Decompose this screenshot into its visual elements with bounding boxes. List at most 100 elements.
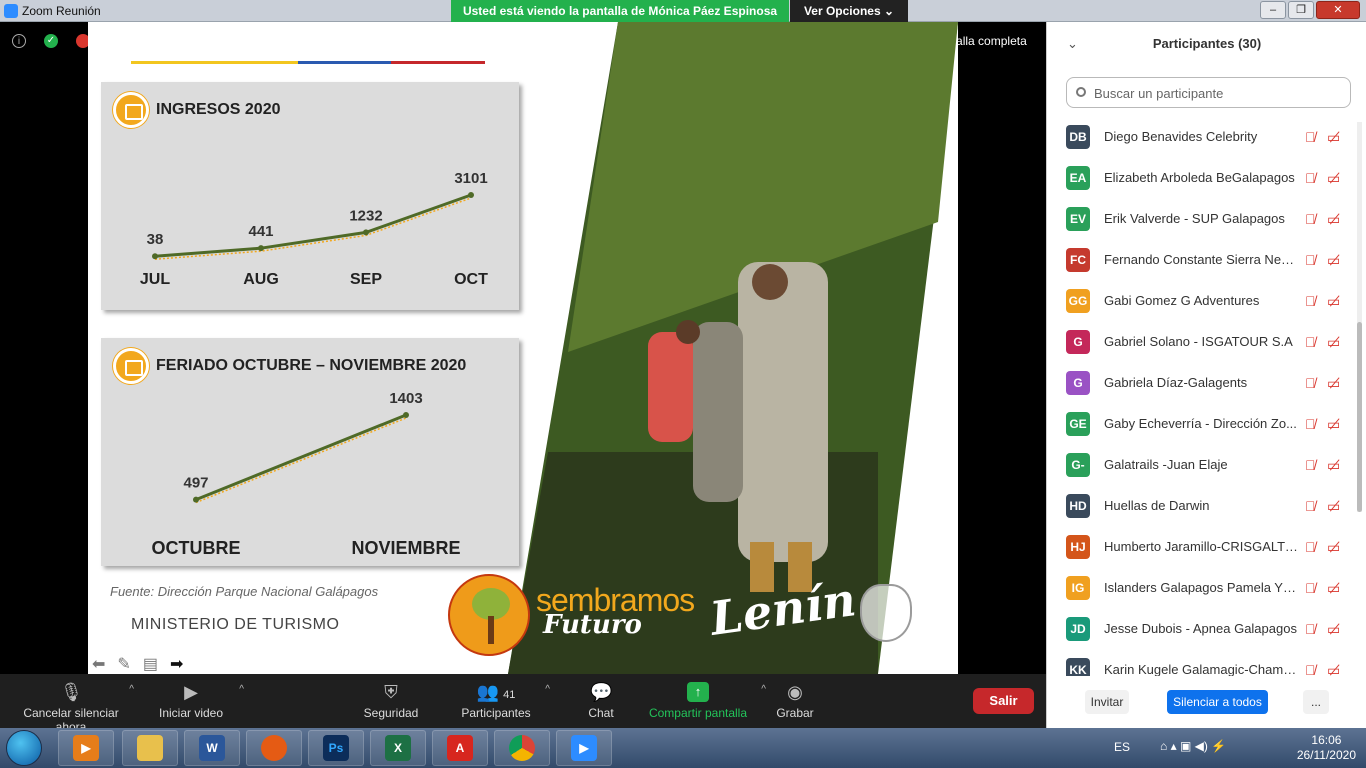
language-indicator[interactable]: ES	[1114, 740, 1130, 754]
participant-row[interactable]: JD Jesse Dubois - Apnea Galapagos 🎙̸ ▭̸	[1047, 608, 1355, 649]
chrome-app[interactable]	[494, 730, 550, 766]
info-icon[interactable]: i	[12, 34, 26, 48]
participant-row[interactable]: FC Fernando Constante Sierra Neg... 🎙̸ ▭̸	[1047, 239, 1355, 280]
muted-microphone-icon[interactable]: 🎙̸	[1305, 129, 1319, 145]
category-label: OCT	[454, 271, 488, 288]
notes-icon[interactable]: ▤	[143, 654, 158, 674]
muted-microphone-icon[interactable]: 🎙̸	[1305, 170, 1319, 186]
chat-button[interactable]: 💬 Chat	[584, 674, 618, 728]
video-off-icon[interactable]: ▭̸	[1327, 662, 1345, 677]
file-explorer-app[interactable]	[122, 730, 178, 766]
unmute-button[interactable]: 🎙 Cancelar silenciar ahora ^	[8, 674, 134, 734]
share-screen-button[interactable]: ↑ Compartir pantalla ^	[648, 674, 766, 728]
start-button[interactable]	[6, 730, 42, 766]
muted-microphone-icon[interactable]: 🎙̸	[1305, 498, 1319, 514]
chevron-up-icon[interactable]: ^	[761, 684, 766, 695]
maximize-button[interactable]: ❐	[1288, 1, 1314, 19]
muted-microphone-icon[interactable]: 🎙̸	[1305, 457, 1319, 473]
video-off-icon[interactable]: ▭̸	[1327, 498, 1345, 514]
participants-button[interactable]: 👥 41 Participantes ^	[460, 674, 550, 728]
muted-microphone-icon[interactable]: 🎙̸	[1305, 662, 1319, 677]
participant-row[interactable]: GE Gaby Echeverría - Dirección Zo... 🎙̸ ▭̸	[1047, 403, 1355, 444]
participant-name: Huellas de Darwin	[1104, 498, 1210, 513]
panel-title: Participantes (30)	[1152, 36, 1262, 51]
participant-row[interactable]: G Gabriel Solano - ISGATOUR S.A 🎙̸ ▭̸	[1047, 321, 1355, 362]
photoshop-app[interactable]: Ps	[308, 730, 364, 766]
data-point	[468, 192, 474, 198]
muted-microphone-icon[interactable]: 🎙̸	[1305, 293, 1319, 309]
muted-microphone-icon[interactable]: 🎙̸	[1305, 416, 1319, 432]
video-off-icon[interactable]: ▭̸	[1327, 211, 1345, 227]
zoom-taskbar-app[interactable]: ▶	[556, 730, 612, 766]
participant-list-scrollbar[interactable]	[1357, 122, 1362, 512]
mute-all-button[interactable]: Silenciar a todos	[1167, 690, 1268, 714]
participant-row[interactable]: GG Gabi Gomez G Adventures 🎙̸ ▭̸	[1047, 280, 1355, 321]
word-app[interactable]: W	[184, 730, 240, 766]
video-off-icon[interactable]: ▭̸	[1327, 129, 1345, 145]
media-player-app[interactable]: ▶	[58, 730, 114, 766]
category-label: NOVIEMBRE	[351, 538, 460, 558]
tray-icons[interactable]: ⌂ ▴ ▣ ◀) ⚡	[1160, 739, 1226, 753]
participant-row[interactable]: EA Elizabeth Arboleda BeGalapagos 🎙̸ ▭̸	[1047, 157, 1355, 198]
video-off-icon[interactable]: ▭̸	[1327, 580, 1345, 596]
video-off-icon[interactable]: ▭̸	[1327, 375, 1345, 391]
participant-name: Gabriela Díaz-Galagents	[1104, 375, 1248, 390]
participant-row[interactable]: G- Galatrails -Juan Elaje 🎙̸ ▭̸	[1047, 444, 1355, 485]
excel-app[interactable]: X	[370, 730, 426, 766]
security-button[interactable]: ⛨ Seguridad	[362, 674, 420, 728]
invite-button[interactable]: Invitar	[1085, 690, 1129, 714]
participant-row[interactable]: KK Karin Kugele Galamagic-Champ... 🎙̸ ▭̸	[1047, 649, 1355, 676]
start-video-button[interactable]: ▶ Iniciar video ^	[156, 674, 244, 728]
muted-microphone-icon[interactable]: 🎙̸	[1305, 334, 1319, 350]
ministry-label: MINISTERIO DE TURISMO	[131, 616, 340, 633]
muted-microphone-icon[interactable]: 🎙̸	[1305, 539, 1319, 555]
participant-search-input[interactable]: Buscar un participante	[1066, 77, 1351, 108]
participant-row[interactable]: HD Huellas de Darwin 🎙̸ ▭̸	[1047, 485, 1355, 526]
clock-date: 26/11/2020	[1296, 748, 1356, 762]
video-off-icon[interactable]: ▭̸	[1327, 334, 1345, 350]
annotation-tools: ⬅ ✎ ▤ ➡	[92, 654, 183, 674]
video-off-icon[interactable]: ▭̸	[1327, 621, 1345, 637]
chevron-up-icon[interactable]: ^	[129, 684, 134, 695]
participant-row[interactable]: DB Diego Benavides Celebrity 🎙̸ ▭̸	[1047, 116, 1355, 157]
ingresos-chart-card: INGRESOS 2020 38 JUL 441 AUG 1232 SEP 3101 OCT	[101, 82, 519, 310]
participant-row[interactable]: G Gabriela Díaz-Galagents 🎙̸ ▭̸	[1047, 362, 1355, 403]
muted-microphone-icon[interactable]: 🎙̸	[1305, 211, 1319, 227]
video-off-icon[interactable]: ▭̸	[1327, 170, 1345, 186]
back-arrow-icon[interactable]: ⬅	[92, 654, 105, 674]
encryption-shield-icon[interactable]: ✓	[44, 34, 58, 48]
participant-avatar: GE	[1066, 411, 1090, 436]
video-off-icon[interactable]: ▭̸	[1327, 416, 1345, 432]
participant-row[interactable]: EV Erik Valverde - SUP Galapagos 🎙̸ ▭̸	[1047, 198, 1355, 239]
pencil-icon[interactable]: ✎	[117, 654, 130, 674]
acrobat-app[interactable]: A	[432, 730, 488, 766]
muted-microphone-icon[interactable]: 🎙̸	[1305, 621, 1319, 637]
participant-row[interactable]: IG Islanders Galapagos Pamela Yé... 🎙̸ ▭̸	[1047, 567, 1355, 608]
participant-avatar: HD	[1066, 493, 1090, 518]
leave-meeting-button[interactable]: Salir	[973, 688, 1034, 714]
ingresos-chart: 38 JUL 441 AUG 1232 SEP 3101 OCT	[140, 170, 488, 288]
chevron-up-icon[interactable]: ^	[239, 684, 244, 695]
minimize-button[interactable]: –	[1260, 1, 1286, 19]
chat-label: Chat	[588, 706, 614, 720]
record-button[interactable]: ◉ Grabar	[776, 674, 814, 728]
participant-avatar: G	[1066, 329, 1090, 354]
security-label: Seguridad	[363, 706, 419, 720]
video-off-icon[interactable]: ▭̸	[1327, 252, 1345, 268]
close-window-button[interactable]: ✕	[1316, 1, 1360, 19]
muted-microphone-icon[interactable]: 🎙̸	[1305, 580, 1319, 596]
chevron-up-icon[interactable]: ^	[545, 684, 550, 695]
flag-bar-yellow	[131, 61, 298, 64]
video-off-icon[interactable]: ▭̸	[1327, 457, 1345, 473]
view-options-button[interactable]: Ver Opciones ⌄	[790, 0, 908, 22]
system-clock[interactable]: 16:06 26/11/2020	[1297, 733, 1356, 763]
video-off-icon[interactable]: ▭̸	[1327, 539, 1345, 555]
video-off-icon[interactable]: ▭̸	[1327, 293, 1345, 309]
more-options-button[interactable]: ...	[1303, 690, 1329, 714]
muted-microphone-icon[interactable]: 🎙̸	[1305, 252, 1319, 268]
firefox-app[interactable]	[246, 730, 302, 766]
forward-arrow-icon[interactable]: ➡	[170, 654, 183, 674]
participant-row[interactable]: HJ Humberto Jaramillo-CRISGALTO... 🎙̸ ▭̸	[1047, 526, 1355, 567]
muted-microphone-icon[interactable]: 🎙̸	[1305, 375, 1319, 391]
scrollbar-thumb[interactable]	[1357, 322, 1362, 512]
